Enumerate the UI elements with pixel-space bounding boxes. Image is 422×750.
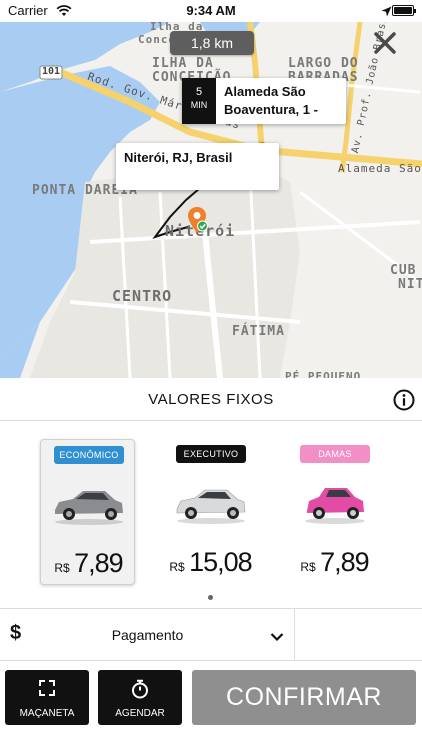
map-label: CENTRO: [112, 287, 173, 305]
road-shield-label: 101: [42, 66, 61, 77]
car-category-badge: DAMAS: [300, 445, 370, 463]
eta-box: 5 MIN: [182, 78, 216, 124]
map-label: ILHA DA: [152, 56, 214, 71]
destination-address-line1: Alameda São: [224, 84, 306, 99]
origin-card[interactable]: Niterói, RJ, Brasil: [116, 143, 279, 190]
confirm-button[interactable]: CONFIRMAR: [192, 670, 416, 725]
car-options: ECONÔMICO R$ 7,89 EXECUTIVO R$ 15,08 DAM…: [0, 421, 422, 609]
distance-badge: 1,8 km: [170, 31, 254, 55]
car-price: R$ 15,08: [163, 547, 258, 578]
car-option-damas[interactable]: DAMAS R$ 7,89: [287, 439, 382, 585]
car-price: R$ 7,89: [287, 547, 382, 578]
map-view[interactable]: Ilha da Conceição ILHA DA CONCEIÇÃO LARG…: [0, 22, 422, 378]
price-currency: R$: [300, 560, 316, 574]
payment-label: Pagamento: [111, 627, 184, 643]
clock: 9:34 AM: [186, 3, 236, 18]
fixed-values-header: VALORES FIXOS: [0, 378, 422, 421]
payment-selector[interactable]: $ Pagamento: [0, 609, 295, 661]
map-label: PÉ PEQUENO: [285, 370, 362, 378]
close-icon: [374, 32, 396, 54]
car-category-badge: EXECUTIVO: [176, 445, 246, 463]
stopwatch-icon: [98, 679, 182, 704]
car-economico-image: [51, 482, 126, 531]
price-currency: R$: [54, 561, 70, 575]
price-value: 7,89: [74, 548, 124, 578]
car-executivo-image: [173, 481, 248, 530]
origin-address: Niterói, RJ, Brasil: [124, 150, 233, 165]
destination-address: Alameda São Boaventura, 1 -: [216, 78, 326, 124]
expand-icon: [5, 679, 89, 702]
info-icon: [393, 389, 415, 411]
price-value: 15,08: [189, 547, 253, 577]
schedule-button[interactable]: AGENDAR: [98, 670, 182, 725]
schedule-label: AGENDAR: [115, 708, 165, 719]
door-handle-button[interactable]: MAÇANETA: [5, 670, 89, 725]
close-button[interactable]: [370, 28, 400, 58]
car-option-economico[interactable]: ECONÔMICO R$ 7,89: [40, 439, 135, 585]
battery-icon: [392, 5, 416, 16]
page-indicator-dot: [208, 595, 213, 600]
car-category-badge: ECONÔMICO: [54, 446, 124, 464]
map-label: FÁTIMA: [232, 324, 285, 339]
eta-value: 5: [195, 86, 203, 98]
destination-card[interactable]: 5 MIN Alameda São Boaventura, 1 -: [182, 78, 346, 124]
price-value: 7,89: [320, 547, 370, 577]
car-damas-image: [297, 481, 372, 530]
destination-address-line2: Boaventura, 1 -: [224, 102, 318, 117]
map-label: Alameda São Bo: [338, 162, 422, 175]
map-label: LARGO DO: [288, 56, 359, 71]
fixed-values-title: VALORES FIXOS: [148, 391, 274, 408]
door-handle-label: MAÇANETA: [19, 708, 75, 719]
eta-unit: MIN: [190, 100, 208, 110]
car-price: R$ 7,89: [41, 548, 136, 579]
payment-side-cell: [295, 609, 422, 661]
status-bar: Carrier 9:34 AM: [0, 0, 422, 22]
location-arrow-icon: [381, 4, 392, 22]
map-label: CUB: [390, 263, 417, 278]
chevron-down-icon: [270, 629, 284, 647]
price-currency: R$: [169, 560, 185, 574]
map-label: NIT: [398, 277, 422, 292]
info-button[interactable]: [393, 389, 415, 411]
car-option-executivo[interactable]: EXECUTIVO R$ 15,08: [163, 439, 258, 585]
